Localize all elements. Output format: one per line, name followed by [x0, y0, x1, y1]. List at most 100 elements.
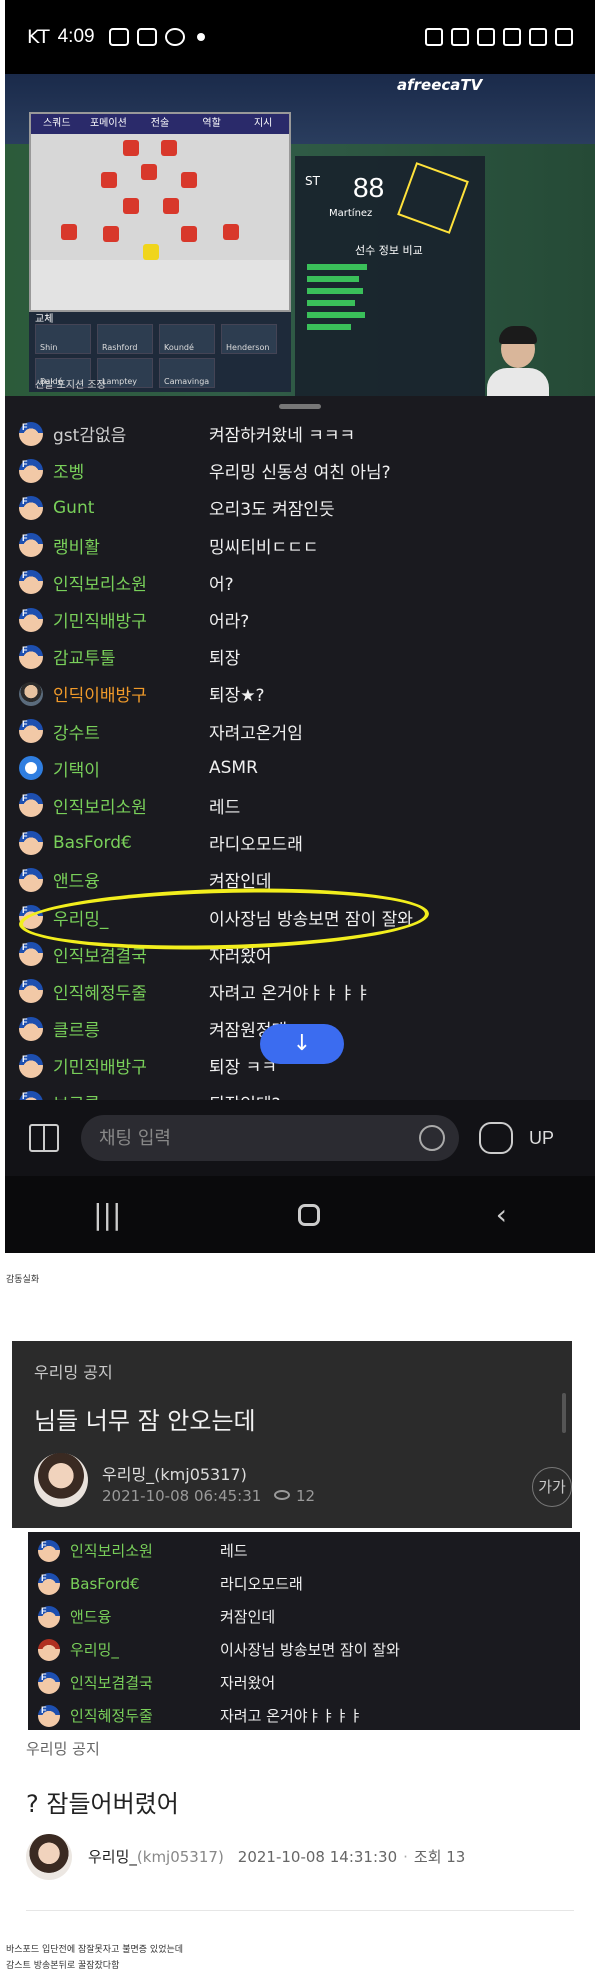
streamer-webcam [483, 324, 553, 396]
chat-message[interactable]: 인직보리소원 레드 [28, 1534, 580, 1567]
chat-nickname[interactable]: 우리밍_ [53, 905, 203, 930]
chat-message[interactable]: 우리밍_ 이사장님 방송보면 잠이 잘와 [5, 898, 595, 935]
chat-message[interactable]: 인직혜정두줄 자려고 온거야ㅑㅑㅑㅑ [28, 1699, 580, 1730]
recents-icon[interactable]: ||| [93, 1198, 121, 1231]
chat-nickname[interactable]: 앤드융 [53, 867, 203, 892]
user-avatar[interactable] [38, 1671, 60, 1694]
chat-message[interactable]: 강수트 자려고온거임 [5, 713, 595, 750]
user-avatar[interactable] [38, 1539, 60, 1562]
chat-message-text: 밍씨티비ㄷㄷㄷ [209, 537, 319, 558]
chat-nickname[interactable]: 감교투툴 [53, 644, 203, 669]
user-avatar[interactable] [19, 495, 43, 520]
chat-message[interactable]: BasFord€ 라디오모드래 [5, 824, 595, 861]
player-rating: 88 [353, 172, 385, 203]
chat-nickname[interactable]: 조벵 [53, 458, 203, 483]
chat-nickname[interactable]: 인딕이배방구 [53, 681, 203, 706]
chat-nickname[interactable]: 기민직배방구 [53, 1053, 203, 1078]
user-avatar[interactable] [19, 905, 43, 930]
board-name[interactable]: 우리밍 공지 [26, 1738, 100, 1759]
chat-message[interactable]: 조벵 우리밍 신동성 여친 아님? [5, 452, 595, 489]
post-author[interactable]: 우리밍_ [88, 1848, 137, 1866]
chat-nickname[interactable]: 인직보겸결국 [53, 942, 203, 967]
emoji-icon[interactable] [419, 1125, 445, 1151]
user-avatar[interactable] [19, 756, 43, 781]
user-avatar[interactable] [19, 681, 43, 706]
chat-nickname[interactable]: BasFord€ [53, 833, 203, 853]
chat-nickname[interactable]: 기민직배방구 [53, 607, 203, 632]
user-avatar[interactable] [19, 793, 43, 818]
chat-message-text: 자러왔어 [220, 1674, 276, 1692]
player-marker [161, 140, 177, 156]
chat-nickname[interactable]: 인직보리소원 [53, 793, 203, 818]
up-button[interactable]: UP [529, 1128, 554, 1149]
user-avatar[interactable] [19, 533, 43, 558]
chat-message[interactable]: 우리밍_ 이사장님 방송보면 잠이 잘와 [28, 1633, 580, 1666]
chat-nickname[interactable]: 기택이 [53, 756, 203, 781]
user-avatar[interactable] [19, 942, 43, 967]
user-avatar[interactable] [38, 1572, 60, 1595]
chat-nickname[interactable]: 클르릉 [53, 1016, 203, 1041]
chat-message[interactable]: BasFord€ 라디오모드래 [28, 1567, 580, 1600]
chat-panel[interactable]: gst감없음 켜잠하커왔네 ㅋㅋㅋ 조벵 우리밍 신동성 여친 아님? Gunt 오리3도… [5, 396, 595, 1115]
chat-nickname[interactable]: 인직혜정두줄 [70, 1705, 208, 1726]
chat-message[interactable]: Gunt 오리3도 켜잠인듯 [5, 489, 595, 526]
board-name[interactable]: 우리밍 공지 [34, 1359, 113, 1383]
chat-message[interactable]: 인직보겸결국 자러왔어 [5, 936, 595, 973]
chat-message[interactable]: 감교투툴 퇴장 [5, 638, 595, 675]
home-icon[interactable] [297, 1203, 320, 1226]
scroll-down-button[interactable]: ↓ [260, 1024, 344, 1064]
user-avatar[interactable] [38, 1605, 60, 1628]
back-icon[interactable]: ‹ [496, 1198, 507, 1231]
post-author[interactable]: 우리밍_(kmj05317) [102, 1461, 247, 1485]
user-avatar[interactable] [19, 830, 43, 855]
font-size-button[interactable]: 가가 [532, 1467, 572, 1507]
stream-video[interactable]: 스쿼드 포메이션 전술 역할 지시 교체 Shin Rashford Kound… [5, 74, 595, 396]
user-avatar[interactable] [19, 570, 43, 595]
chat-message[interactable]: gst감없음 켜잠하커왔네 ㅋㅋㅋ [5, 415, 595, 452]
chat-message[interactable]: 인직보리소원 레드 [5, 787, 595, 824]
chat-nickname[interactable]: 인직보겸결국 [70, 1672, 208, 1693]
user-avatar[interactable] [19, 458, 43, 483]
drag-handle[interactable] [279, 404, 321, 409]
chat-message[interactable]: 앤드융 켜잠인데 [5, 861, 595, 898]
chat-message[interactable]: 기민직배방구 어라? [5, 601, 595, 638]
chat-message[interactable]: 인직혜정두줄 자려고 온거야ㅑㅑㅑㅑ [5, 973, 595, 1010]
chat-message[interactable]: 인딕이배방구 퇴장★? [5, 675, 595, 712]
chat-message-text: 라디오모드래 [209, 835, 303, 856]
star-balloon-icon[interactable] [479, 1122, 513, 1154]
chat-nickname[interactable]: 앤드융 [70, 1606, 208, 1627]
talk-notification-icon [136, 28, 157, 46]
chat-nickname[interactable]: gst감없음 [53, 421, 203, 446]
scrollbar[interactable] [562, 1393, 566, 1433]
status-bar: KT 4:09 [5, 0, 595, 74]
author-avatar[interactable] [26, 1834, 72, 1880]
user-avatar[interactable] [19, 607, 43, 632]
chat-nickname[interactable]: 인직혜정두줄 [53, 979, 203, 1004]
chat-message[interactable]: 인직보겸결국 자러왔어 [28, 1666, 580, 1699]
chat-input-wrapper[interactable] [81, 1115, 459, 1161]
chat-nickname[interactable]: 우리밍_ [70, 1639, 208, 1660]
author-avatar[interactable] [34, 1453, 88, 1507]
chat-message[interactable]: 랭비활 밍씨티비ㄷㄷㄷ [5, 527, 595, 564]
user-avatar[interactable] [19, 421, 43, 446]
chat-message[interactable]: 기택이 ASMR [5, 750, 595, 787]
chat-nickname[interactable]: 인직보리소원 [53, 570, 203, 595]
user-avatar[interactable] [19, 1053, 43, 1078]
chat-nickname[interactable]: 인직보리소원 [70, 1540, 208, 1561]
chat-list[interactable]: gst감없음 켜잠하커왔네 ㅋㅋㅋ 조벵 우리밍 신동성 여친 아님? Gunt 오리3도… [5, 415, 595, 1122]
user-avatar[interactable] [38, 1638, 60, 1661]
user-avatar[interactable] [19, 644, 43, 669]
chat-nickname[interactable]: 강수트 [53, 719, 203, 744]
user-avatar[interactable] [38, 1704, 60, 1727]
gift-icon[interactable] [29, 1124, 59, 1152]
chat-input[interactable] [99, 1127, 419, 1149]
user-avatar[interactable] [19, 719, 43, 744]
user-avatar[interactable] [19, 979, 43, 1004]
user-avatar[interactable] [19, 1016, 43, 1041]
user-avatar[interactable] [19, 867, 43, 892]
chat-nickname[interactable]: BasFord€ [70, 1575, 208, 1593]
chat-nickname[interactable]: Gunt [53, 498, 203, 518]
chat-nickname[interactable]: 랭비활 [53, 533, 203, 558]
chat-message[interactable]: 인직보리소원 어? [5, 564, 595, 601]
chat-message[interactable]: 앤드융 켜잠인데 [28, 1600, 580, 1633]
